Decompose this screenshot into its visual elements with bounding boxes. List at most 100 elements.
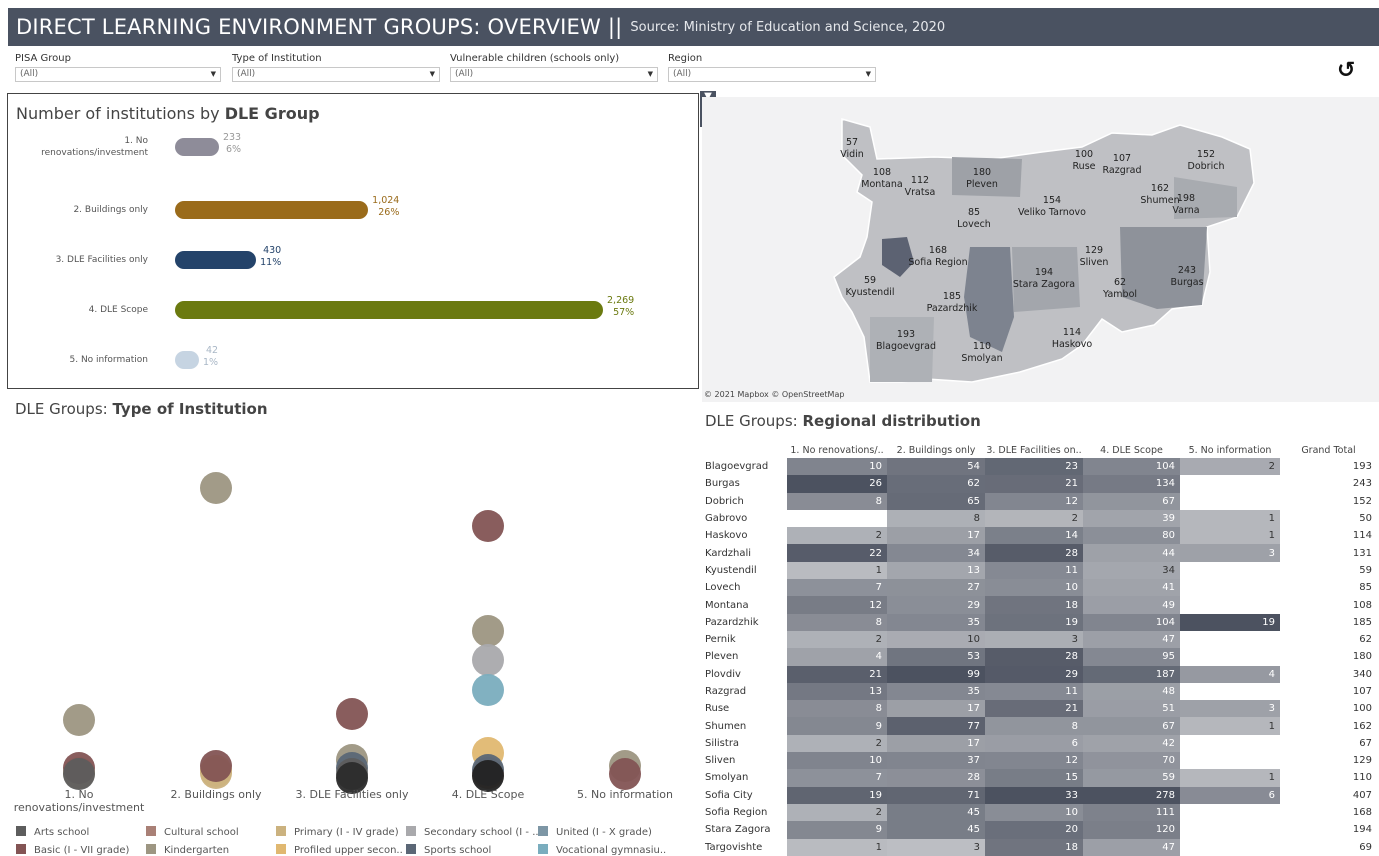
bar-value-label: 42 1%	[203, 345, 219, 368]
bar-row[interactable]: 5. No information 42 1%	[8, 345, 698, 375]
table-header-cell[interactable]: 1. No renovations/..	[787, 442, 887, 458]
table-cell: 8	[887, 509, 985, 528]
table-row-label: Haskovo	[705, 530, 748, 542]
table-cell	[1180, 752, 1280, 769]
table-row[interactable]: Targovishte 1 3 18 47 69	[702, 838, 1377, 856]
table-row[interactable]: Lovech 7 27 10 41 85	[702, 579, 1377, 597]
table-cell: 7	[787, 769, 887, 787]
bubble-mark[interactable]	[200, 750, 232, 782]
table-row[interactable]: Sliven 10 37 12 70 129	[702, 752, 1377, 770]
filter-pisa-group: PISA Group (All)	[15, 53, 221, 82]
table-cell	[1180, 821, 1280, 838]
table-row[interactable]: Plovdiv 21 99 29 187 4 340	[702, 665, 1377, 683]
table-row[interactable]: Pazardzhik 8 35 19 104 19 185	[702, 613, 1377, 631]
bubble-x-label: 5. No information	[577, 788, 673, 801]
bubble-mark[interactable]	[200, 472, 232, 504]
table-header-cell[interactable]: 3. DLE Facilities on..	[985, 442, 1083, 458]
table-total-cell: 407	[1352, 789, 1372, 801]
legend-label: Kindergarten	[164, 845, 230, 856]
legend-item[interactable]: Primary (I - IV grade)	[276, 826, 399, 838]
legend-label: Basic (I - VII grade)	[34, 845, 130, 856]
legend-item[interactable]: Kindergarten	[146, 844, 229, 856]
table-row[interactable]: Haskovo 2 17 14 80 1 114	[702, 527, 1377, 545]
undo-icon[interactable]: ↺	[1337, 58, 1355, 83]
table-row[interactable]: Kyustendil 1 13 11 34 59	[702, 561, 1377, 580]
table-row[interactable]: Smolyan 7 28 15 59 1 110	[702, 769, 1377, 787]
filter-type-of-institution: Type of Institution (All)	[232, 53, 440, 82]
table-row[interactable]: Burgas 26 62 21 134 243	[702, 475, 1377, 493]
table-row[interactable]: Kardzhali 22 34 28 44 3 131	[702, 544, 1377, 562]
table-cell: 4	[787, 648, 887, 666]
vulnerable-children-dropdown[interactable]: (All)	[450, 67, 658, 82]
bar-row[interactable]: 3. DLE Facilities only 430 11%	[8, 245, 698, 275]
table-header-cell[interactable]: 5. No information	[1180, 442, 1280, 458]
table-cell: 4	[1180, 665, 1280, 683]
table-row[interactable]: Stara Zagora 9 45 20 120 194	[702, 821, 1377, 839]
table-header-cell[interactable]: 2. Buildings only	[887, 442, 985, 458]
bubble-mark[interactable]	[63, 704, 95, 736]
bar-value-label: 2,269 57%	[607, 295, 635, 318]
legend-item[interactable]: Arts school	[16, 826, 89, 838]
legend-swatch	[16, 826, 26, 836]
table-cell: 1	[1180, 527, 1280, 545]
regional-table[interactable]: 1. No renovations/.. 2. Buildings only 3. …	[702, 442, 1377, 856]
bubble-mark[interactable]	[472, 674, 504, 706]
bar-row[interactable]: 1. No renovations/investment 233 6%	[8, 132, 698, 162]
bar-chart-title-plain: Number of institutions by	[16, 104, 225, 123]
table-row[interactable]: Shumen 9 77 8 67 1 162	[702, 717, 1377, 735]
bubble-mark[interactable]	[336, 698, 368, 730]
table-row[interactable]: Blagoevgrad 10 54 23 104 2 193	[702, 458, 1377, 476]
bubble-mark[interactable]	[63, 758, 95, 790]
bubble-mark[interactable]	[472, 510, 504, 542]
table-cell: 44	[1083, 544, 1180, 562]
bubble-mark[interactable]	[472, 644, 504, 676]
table-total-cell: 131	[1352, 547, 1372, 559]
table-cell: 39	[1083, 509, 1180, 528]
table-cell: 1	[1180, 509, 1280, 528]
bar[interactable]	[175, 351, 199, 369]
legend-item[interactable]: Basic (I - VII grade)	[16, 844, 129, 856]
legend-item[interactable]: Vocational gymnasiu..	[538, 844, 666, 856]
bar[interactable]	[175, 138, 219, 156]
table-row[interactable]: Pernik 2 10 3 47 62	[702, 630, 1377, 649]
bar-row[interactable]: 2. Buildings only 1,024 26%	[8, 195, 698, 225]
table-row[interactable]: Razgrad 13 35 11 48 107	[702, 682, 1377, 701]
table-header-row: 1. No renovations/.. 2. Buildings only 3. …	[702, 442, 1377, 458]
table-total-cell: 152	[1352, 495, 1372, 507]
table-cell: 28	[985, 544, 1083, 562]
table-row[interactable]: Montana 12 29 18 49 108	[702, 596, 1377, 614]
region-map[interactable]: 57 Vidin 108 Montana 112 Vratsa 180 Pleven 100 Ru…	[702, 97, 1379, 402]
table-cell: 187	[1083, 665, 1180, 683]
bar[interactable]	[175, 301, 603, 319]
type-of-institution-dropdown[interactable]: (All)	[232, 67, 440, 82]
legend-item[interactable]: United (I - X grade)	[538, 826, 652, 838]
table-row[interactable]: Pleven 4 53 28 95 180	[702, 648, 1377, 666]
bubble-mark[interactable]	[472, 615, 504, 647]
bar[interactable]	[175, 251, 257, 269]
table-cell	[1180, 683, 1280, 700]
bubble-x-label: 2. Buildings only	[170, 788, 262, 801]
dashboard-title: DIRECT LEARNING ENVIRONMENT GROUPS: OVER…	[16, 15, 623, 39]
table-row[interactable]: Sofia City 19 71 33 278 6 407	[702, 786, 1377, 804]
table-header-cell[interactable]: 4. DLE Scope	[1083, 442, 1180, 458]
pisa-group-dropdown[interactable]: (All)	[15, 67, 221, 82]
legend-item[interactable]: Secondary school (I - ..	[406, 826, 539, 838]
table-header-cell[interactable]: Grand Total	[1280, 442, 1377, 458]
legend-label: Sports school	[424, 845, 492, 856]
bubble-mark[interactable]	[609, 758, 641, 790]
bar-chart-title-bold: DLE Group	[224, 104, 320, 123]
bar[interactable]	[175, 201, 369, 219]
table-cell: 13	[787, 682, 887, 701]
table-row[interactable]: Sofia Region 2 45 10 111 168	[702, 803, 1377, 822]
legend-item[interactable]: Cultural school	[146, 826, 239, 838]
table-row[interactable]: Silistra 2 17 6 42 67	[702, 734, 1377, 753]
table-header-cell	[702, 442, 787, 458]
legend-item[interactable]: Sports school	[406, 844, 491, 856]
table-row[interactable]: Ruse 8 17 21 51 3 100	[702, 700, 1377, 718]
bar-row[interactable]: 4. DLE Scope 2,269 57%	[8, 295, 698, 325]
table-row[interactable]: Dobrich 8 65 12 67 152	[702, 492, 1377, 510]
region-dropdown[interactable]: (All)	[668, 67, 876, 82]
table-row[interactable]: Gabrovo 8 2 39 1 50	[702, 509, 1377, 528]
table-cell: 11	[985, 561, 1083, 580]
legend-item[interactable]: Profiled upper secon..	[276, 844, 403, 856]
